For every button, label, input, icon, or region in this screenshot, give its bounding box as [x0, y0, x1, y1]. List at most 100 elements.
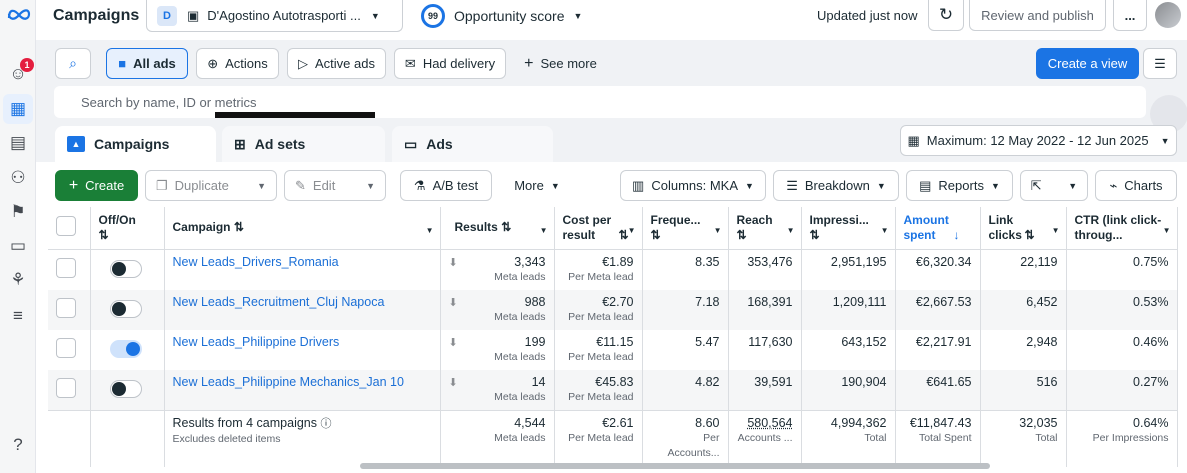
business-tools-icon[interactable]: ⚘	[6, 268, 30, 292]
summary-clicks-cell: 32,035 Total	[980, 410, 1067, 467]
billing-icon[interactable]: ▭	[6, 234, 30, 258]
campaign-name-link[interactable]: New Leads_Philippine Mechanics_Jan 10	[173, 375, 404, 389]
results-value: 14	[531, 375, 546, 389]
audiences-icon[interactable]: ⚇	[6, 166, 30, 190]
chevron-down-icon: ▼	[550, 180, 560, 191]
table-row[interactable]: New Leads_Drivers_Romania ⬇ 3,343 Meta lead…	[48, 249, 1178, 290]
all-ads-button[interactable]: ■ All ads	[106, 48, 188, 79]
opportunity-score-button[interactable]: 99 Opportunity score ▼	[421, 4, 582, 28]
actions-button[interactable]: ⊕ Actions	[196, 48, 279, 79]
header-cost-per-result[interactable]: Cost per result ⇅ ▼	[554, 207, 643, 250]
play-icon: ▷	[298, 55, 308, 71]
more-options-button[interactable]: ...	[1113, 0, 1147, 31]
had-delivery-label: Had delivery	[422, 56, 496, 71]
refresh-button[interactable]: ↻	[928, 0, 964, 31]
header-link-clicks[interactable]: Link clicks ⇅ ▼	[980, 207, 1067, 250]
row-checkbox[interactable]	[56, 378, 76, 398]
more-button[interactable]: More ▼	[502, 170, 572, 201]
offon-cell	[90, 330, 165, 370]
duplicate-button[interactable]: ❐ Duplicate ▼	[145, 170, 277, 201]
breakdown-button[interactable]: ☰ Breakdown ▼	[773, 170, 899, 201]
more-label: More	[514, 178, 544, 193]
campaign-name-link[interactable]: New Leads_Drivers_Romania	[173, 255, 339, 269]
clicks-cell: 2,948	[980, 330, 1067, 370]
campaign-name-link[interactable]: New Leads_Philippine Drivers	[173, 335, 340, 349]
meta-logo-icon[interactable]	[6, 7, 32, 21]
ctr-cell: 0.46%	[1066, 330, 1178, 370]
chevron-down-icon: ▼	[257, 180, 266, 191]
horizontal-scrollbar[interactable]	[360, 463, 990, 469]
row-checkbox[interactable]	[56, 338, 76, 358]
info-icon[interactable]: ⓘ	[321, 418, 332, 430]
export-icon: ⇱	[1030, 177, 1042, 193]
status-toggle[interactable]	[109, 300, 142, 318]
campaigns-table-icon[interactable]: ▦	[3, 94, 33, 124]
sort-icon: ⇅	[233, 220, 244, 234]
folder-icon: ■	[118, 56, 127, 71]
status-toggle[interactable]	[109, 380, 142, 398]
chevron-down-icon: ▼	[627, 226, 636, 235]
help-icon[interactable]: ?	[6, 433, 30, 457]
header-amount-spent[interactable]: Amount spent ↓	[895, 207, 981, 250]
status-toggle[interactable]	[109, 340, 142, 358]
chevron-down-icon: ▼	[1160, 135, 1170, 146]
page-title: Campaigns	[53, 7, 140, 24]
summary-results-cell: 4,544 Meta leads	[440, 410, 555, 467]
offon-cell	[90, 249, 165, 290]
see-more-button[interactable]: + See more	[514, 48, 607, 79]
edit-button[interactable]: ✎ Edit ▼	[284, 170, 386, 201]
header-offon[interactable]: Off/On ⇅	[90, 207, 165, 250]
reports-icon[interactable]: ▤	[6, 131, 30, 155]
header-results[interactable]: Results ⇅ ▼	[440, 207, 555, 250]
search-toggle-button[interactable]: ⌕	[55, 48, 91, 79]
summary-ctr-cell: 0.64% Per Impressions	[1066, 410, 1178, 467]
account-selector[interactable]: D ▣ D'Agostino Autotrasporti ... ▼	[146, 0, 403, 32]
header-impressions[interactable]: Impressi... ⇅ ▼	[801, 207, 896, 250]
row-checkbox[interactable]	[56, 298, 76, 318]
header-campaign[interactable]: Campaign ⇅ ▼	[164, 207, 441, 250]
had-delivery-button[interactable]: ✉ Had delivery	[394, 48, 506, 79]
table-row[interactable]: New Leads_Philippine Mechanics_Jan 10 ⬇ 14…	[48, 370, 1178, 411]
amount-cell: €2,217.91	[895, 330, 981, 370]
delivery-icon: ✉	[404, 55, 416, 71]
header-ctr[interactable]: CTR (link click-throug... ▼	[1066, 207, 1178, 250]
reach-value: 168,391	[747, 295, 793, 309]
chevron-down-icon: ▼	[786, 226, 795, 235]
create-view-button[interactable]: Create a view	[1036, 48, 1139, 79]
campaign-cell: New Leads_Drivers_Romania	[164, 249, 441, 290]
chevron-down-icon: ▼	[880, 226, 889, 235]
header-frequency[interactable]: Freque... ⇅ ▼	[642, 207, 729, 250]
avatar[interactable]	[1155, 2, 1181, 28]
charts-button[interactable]: ⌁ Charts	[1095, 170, 1177, 201]
date-range-picker[interactable]: ▦ Maximum: 12 May 2022 - 12 Jun 2025 ▼	[900, 125, 1177, 156]
active-ads-button[interactable]: ▷ Active ads	[287, 48, 386, 79]
header-reach[interactable]: Reach ⇅ ▼	[728, 207, 802, 250]
download-icon: ⬇	[448, 257, 458, 269]
chevron-down-icon: ▼	[745, 180, 754, 191]
reports-button[interactable]: ▤ Reports ▼	[906, 170, 1013, 201]
advertising-icon[interactable]: ⚑	[6, 200, 30, 224]
account-overview-icon[interactable]: ☺ 1	[6, 58, 34, 86]
chevron-down-icon: ▼	[1068, 180, 1078, 191]
filter-settings-button[interactable]: ☰	[1143, 48, 1177, 79]
campaign-name-link[interactable]: New Leads_Recruitment_Cluj Napoca	[173, 295, 385, 309]
columns-button[interactable]: ▥ Columns: MKA ▼	[620, 170, 766, 201]
menu-icon[interactable]: ≡	[6, 304, 30, 328]
summary-reach-value: 580,564	[747, 416, 793, 430]
table-row[interactable]: New Leads_Philippine Drivers ⬇ 199 Meta lea…	[48, 330, 1178, 370]
table-row[interactable]: New Leads_Recruitment_Cluj Napoca ⬇ 988 Met…	[48, 290, 1178, 330]
export-button[interactable]: ⇱ ▼	[1020, 170, 1088, 201]
impressions-cell: 2,951,195	[801, 249, 896, 290]
ab-test-button[interactable]: ⚗ A/B test	[400, 170, 492, 201]
tab-campaigns[interactable]: ▲ Campaigns	[55, 126, 216, 162]
tab-ads[interactable]: ▭ Ads	[392, 126, 553, 162]
summary-clicks-value: 32,035	[1019, 416, 1058, 430]
cost-sub: Per Meta lead	[568, 271, 634, 283]
status-toggle[interactable]	[109, 260, 142, 278]
review-publish-button[interactable]: Review and publish	[969, 0, 1106, 31]
chevron-down-icon: ▼	[370, 10, 380, 21]
row-checkbox[interactable]	[56, 258, 76, 278]
select-all-checkbox[interactable]	[56, 216, 76, 236]
tab-ad-sets[interactable]: ⊞ Ad sets	[222, 126, 385, 162]
create-button[interactable]: + Create	[55, 170, 138, 201]
